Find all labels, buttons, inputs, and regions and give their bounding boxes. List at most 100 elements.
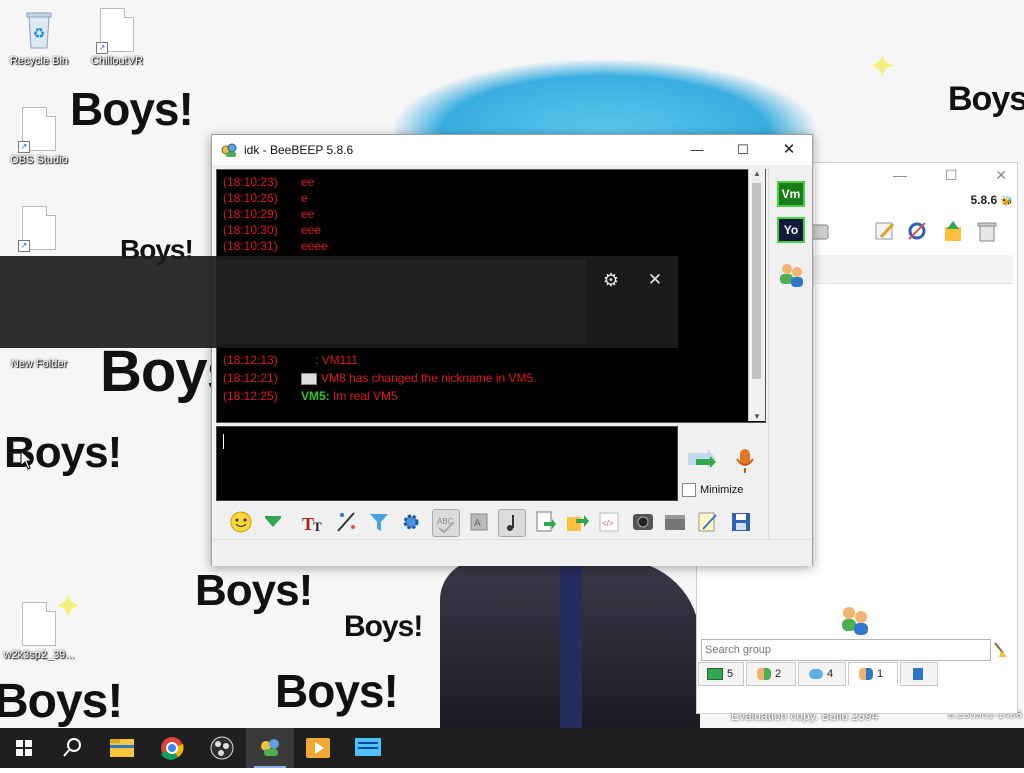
tools-icon[interactable]	[905, 219, 933, 247]
message-nick: VM5:	[301, 389, 330, 403]
gear-icon[interactable]: ⚙	[600, 269, 622, 291]
scroll-down-icon[interactable]: ▼	[749, 412, 765, 421]
tab-files[interactable]	[900, 662, 938, 686]
remote-desktop-icon[interactable]	[344, 728, 392, 768]
expand-icon[interactable]	[260, 509, 286, 535]
message-time: (18:10:29)	[223, 207, 278, 221]
send-file-icon[interactable]	[564, 509, 590, 535]
beebeep-taskbar-icon[interactable]	[246, 728, 294, 768]
completion-icon[interactable]: A	[466, 509, 492, 535]
notes-icon[interactable]	[694, 509, 720, 535]
bee-icon: 🐝	[1000, 196, 1013, 207]
media-player-icon[interactable]	[294, 728, 342, 768]
message-text: : VM111	[315, 353, 358, 367]
edit-icon[interactable]	[873, 219, 901, 247]
member-panel: Vm Yo	[768, 169, 813, 539]
trash-icon[interactable]	[975, 219, 1003, 247]
tab-conversations[interactable]: 4	[798, 662, 846, 686]
chat-window: idk - BeeBEEP 5.8.6 — ☐ ✕ (18:10:23) ee (…	[211, 134, 813, 566]
minimize-label: Minimize	[700, 484, 744, 496]
close-icon[interactable]: ✕	[995, 167, 1007, 183]
search-group-input[interactable]	[701, 639, 991, 661]
minimize-icon[interactable]: —	[893, 167, 907, 183]
users-icon	[837, 601, 873, 637]
message-time: (18:10:30)	[223, 223, 278, 237]
obs-icon[interactable]	[198, 728, 246, 768]
upload-icon[interactable]	[941, 219, 969, 247]
message-text: ee	[301, 207, 315, 221]
maximize-icon[interactable]: ☐	[945, 167, 958, 183]
notification-overlay: ⚙ ✕	[0, 256, 678, 348]
chat-message: (18:10:31) eeee	[217, 238, 765, 254]
member-avatar[interactable]: Vm	[777, 181, 805, 207]
version-text: 5.8.6	[970, 193, 998, 207]
file-icon	[22, 602, 56, 646]
svg-text:T: T	[313, 519, 322, 534]
chat-toolbar: TT ABC A </>	[216, 505, 806, 539]
sound-icon[interactable]	[498, 509, 526, 537]
start-button[interactable]	[0, 728, 48, 768]
svg-text:♻: ♻	[33, 25, 46, 41]
mouse-cursor	[20, 449, 34, 470]
wallpaper-text: Boys!	[195, 566, 313, 615]
maximize-button[interactable]: ☐	[720, 135, 766, 165]
beebeep-app-icon	[220, 142, 238, 158]
scroll-thumb[interactable]	[752, 183, 761, 379]
message-text: eeee	[301, 239, 328, 253]
message-text: e	[301, 191, 308, 205]
unnamed-shortcut-icon[interactable]: ↗	[1, 206, 77, 252]
file-icon: ↗	[18, 206, 56, 252]
html-icon[interactable]: </>	[596, 509, 622, 535]
chat-log-scrollbar[interactable]: ▲ ▼	[748, 169, 765, 421]
screenshot-icon[interactable]	[630, 509, 656, 535]
tab-groups[interactable]: 1	[848, 662, 898, 686]
group-icon	[859, 668, 873, 681]
tab-count: 4	[827, 668, 834, 680]
close-icon[interactable]: ✕	[644, 269, 666, 291]
main-window-controls: — ☐ ✕	[893, 167, 1007, 184]
broom-icon[interactable]	[991, 641, 1009, 659]
message-text: Im real VM5	[333, 389, 398, 403]
w2k3sp2-file-icon[interactable]: w2k3sp2_39...	[1, 602, 77, 661]
file-explorer-icon[interactable]	[98, 728, 146, 768]
member-avatar[interactable]: Yo	[777, 217, 805, 243]
minimize-button[interactable]: —	[674, 135, 720, 165]
message-time: (18:10:26)	[223, 191, 278, 205]
file-icon: ↗	[18, 107, 56, 153]
chrome-icon[interactable]	[148, 728, 196, 768]
tab-users[interactable]: 2	[746, 662, 796, 686]
close-button[interactable]: ✕	[766, 135, 812, 165]
desktop-icon-label: w2k3sp2_39...	[3, 649, 75, 661]
system-message-icon	[301, 372, 317, 385]
tab-chats[interactable]: 5	[698, 662, 744, 686]
microphone-icon[interactable]	[734, 447, 756, 475]
settings-icon[interactable]	[398, 509, 424, 535]
chilloutvr-shortcut-icon[interactable]: ↗ ChilloutVR	[79, 8, 155, 67]
chat-window-title: idk - BeeBEEP 5.8.6	[244, 143, 354, 157]
chat-window-titlebar[interactable]: idk - BeeBEEP 5.8.6 — ☐ ✕	[212, 135, 812, 165]
scroll-up-icon[interactable]: ▲	[749, 169, 765, 178]
spellcheck-icon[interactable]: ABC	[432, 509, 460, 537]
wallpaper-text: Boys!	[0, 675, 123, 728]
search-icon[interactable]	[48, 728, 96, 768]
message-time: (18:10:23)	[223, 175, 278, 189]
save-icon[interactable]	[728, 509, 754, 535]
chat-message: (18:12:13): VM111	[217, 352, 765, 368]
users-icon	[757, 668, 771, 681]
font-icon[interactable]: TT	[300, 509, 326, 535]
message-input[interactable]	[216, 426, 678, 501]
svg-text:A: A	[474, 518, 481, 529]
add-members-icon[interactable]	[777, 261, 805, 289]
filter-icon[interactable]	[366, 509, 392, 535]
color-picker-icon[interactable]	[334, 509, 360, 535]
message-time: (18:12:21)	[223, 371, 278, 385]
tab-count: 5	[727, 668, 734, 680]
save-chat-icon[interactable]	[532, 509, 558, 535]
minimize-checkbox[interactable]	[682, 483, 696, 497]
send-icon[interactable]	[686, 447, 718, 475]
obs-studio-shortcut-icon[interactable]: ↗ OBS Studio	[1, 107, 77, 166]
message-time: (18:10:31)	[223, 239, 278, 253]
folder-share-icon[interactable]	[662, 509, 688, 535]
recycle-bin-icon[interactable]: ♻ Recycle Bin	[1, 8, 77, 67]
emoticon-icon[interactable]	[228, 509, 254, 535]
